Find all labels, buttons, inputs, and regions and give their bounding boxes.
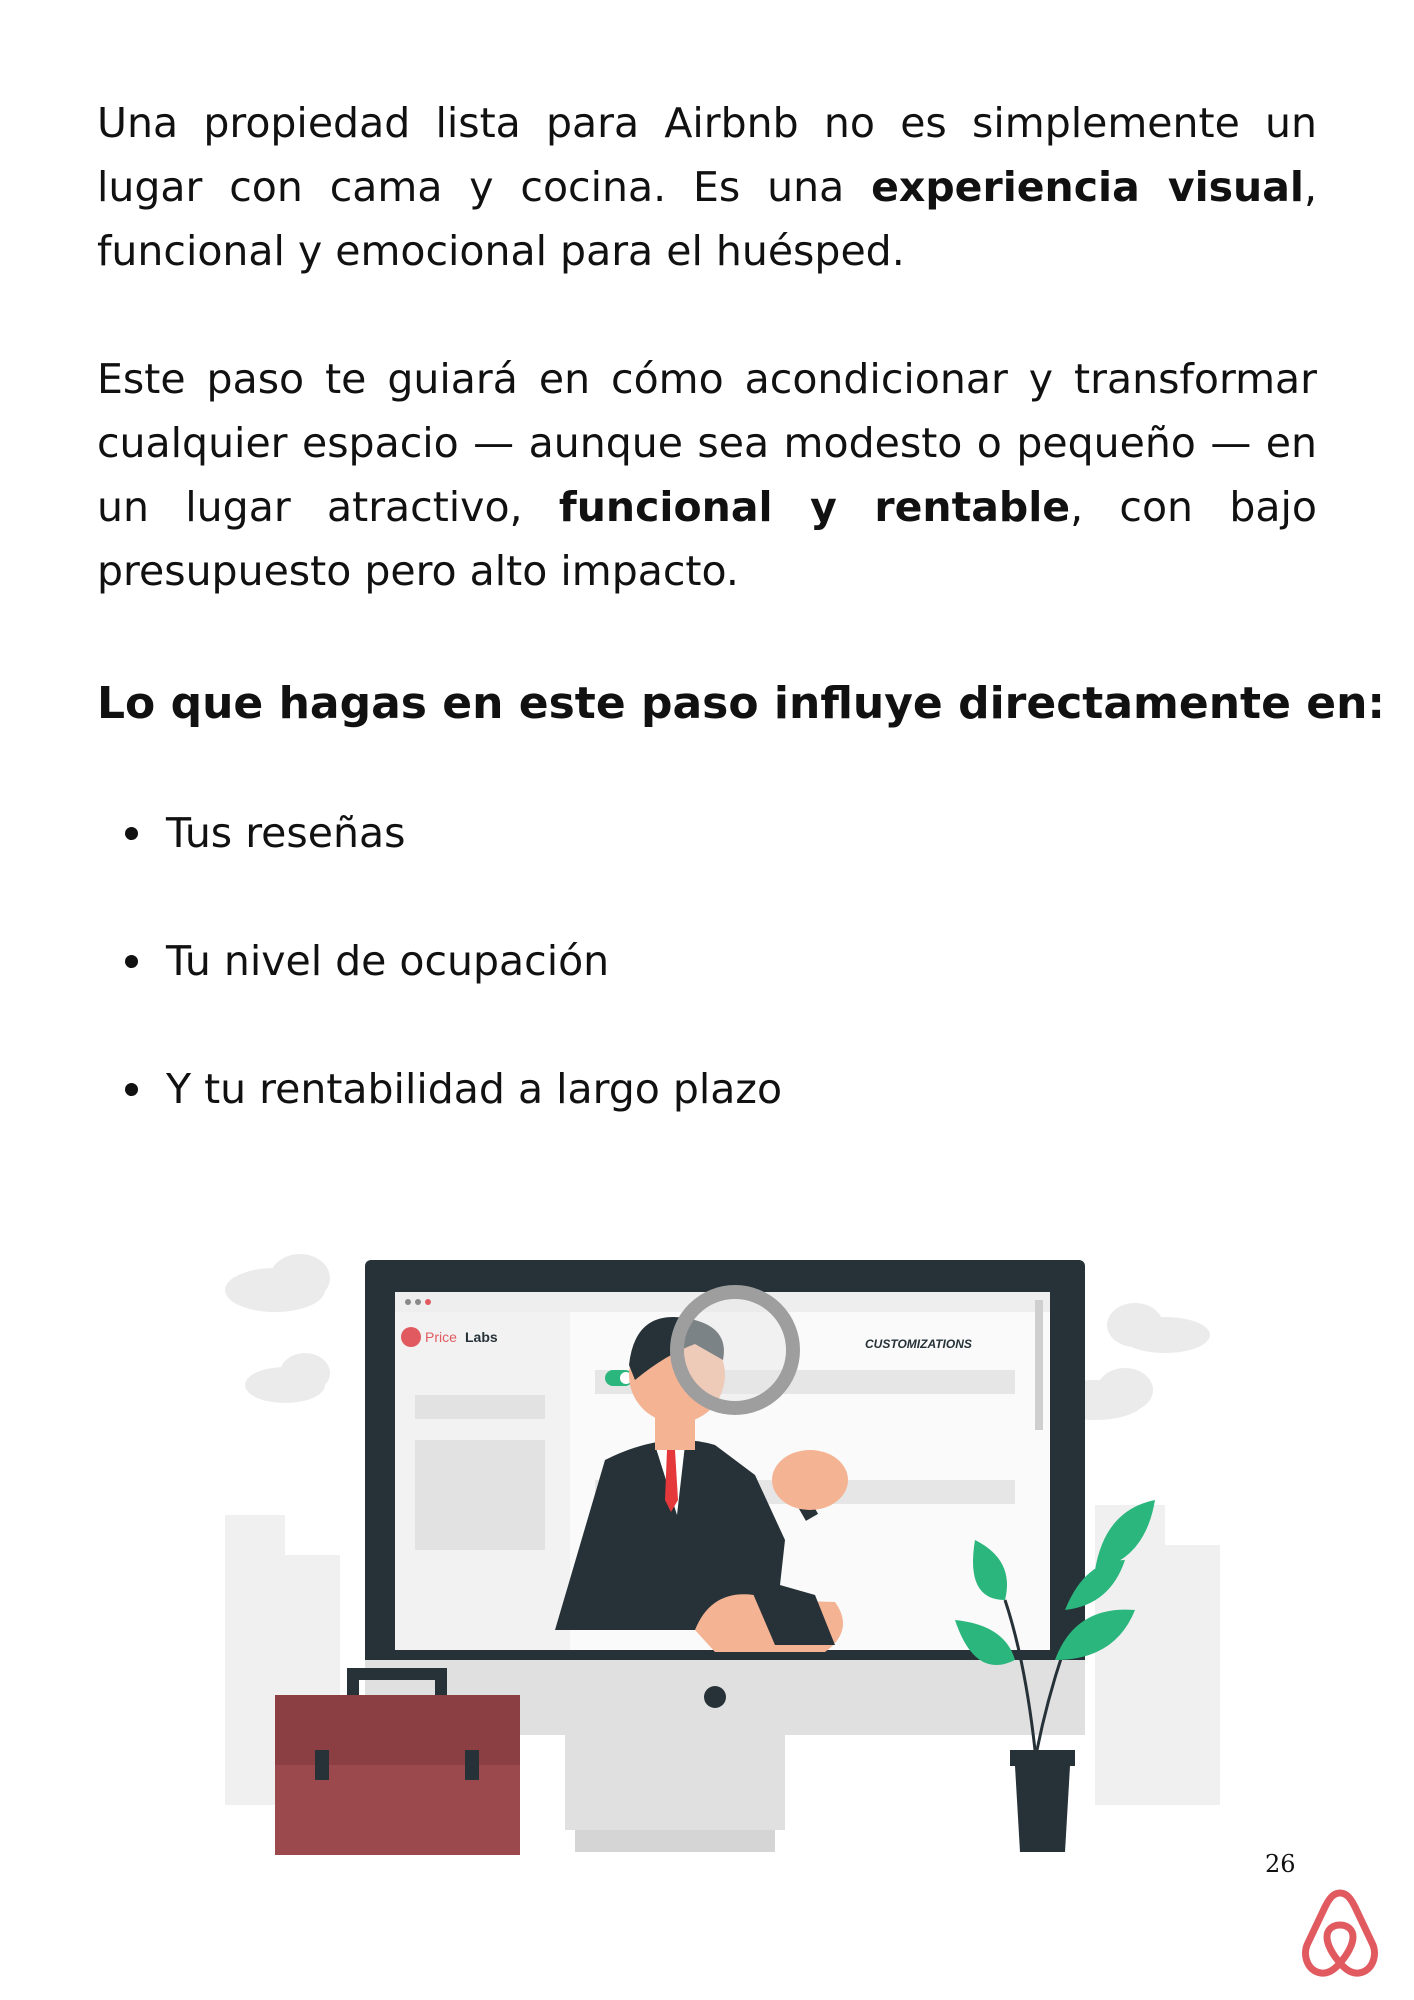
bullet-icon xyxy=(125,954,138,968)
bullet-icon xyxy=(125,826,138,840)
pricelabs-illustration: Price Labs CUSTOMIZATIONS xyxy=(225,1254,1220,1855)
guide-paragraph: Este paso te guiará en cómo acondicionar… xyxy=(97,355,1317,595)
brand-labs-text: Labs xyxy=(465,1329,498,1345)
list-item: Tu nivel de ocupación xyxy=(125,931,609,991)
section-heading: Lo que hagas en este paso influye direct… xyxy=(97,678,1385,729)
customizations-label: CUSTOMIZATIONS xyxy=(865,1337,972,1351)
intro-paragraph: Una propiedad lista para Airbnb no es si… xyxy=(97,99,1318,275)
bullet-icon xyxy=(125,1082,138,1096)
list-item: Tus reseñas xyxy=(125,803,405,863)
list-item: Y tu rentabilidad a largo plazo xyxy=(125,1059,782,1119)
emphasis-rentable: funcional y rentable xyxy=(558,483,1071,531)
airbnb-logo-icon xyxy=(1302,1889,1378,1977)
brand-price-text: Price xyxy=(425,1329,457,1345)
page-number: 26 xyxy=(1265,1850,1296,1878)
briefcase-icon xyxy=(275,1668,520,1855)
emphasis-experiencia: experiencia visual xyxy=(871,163,1304,211)
